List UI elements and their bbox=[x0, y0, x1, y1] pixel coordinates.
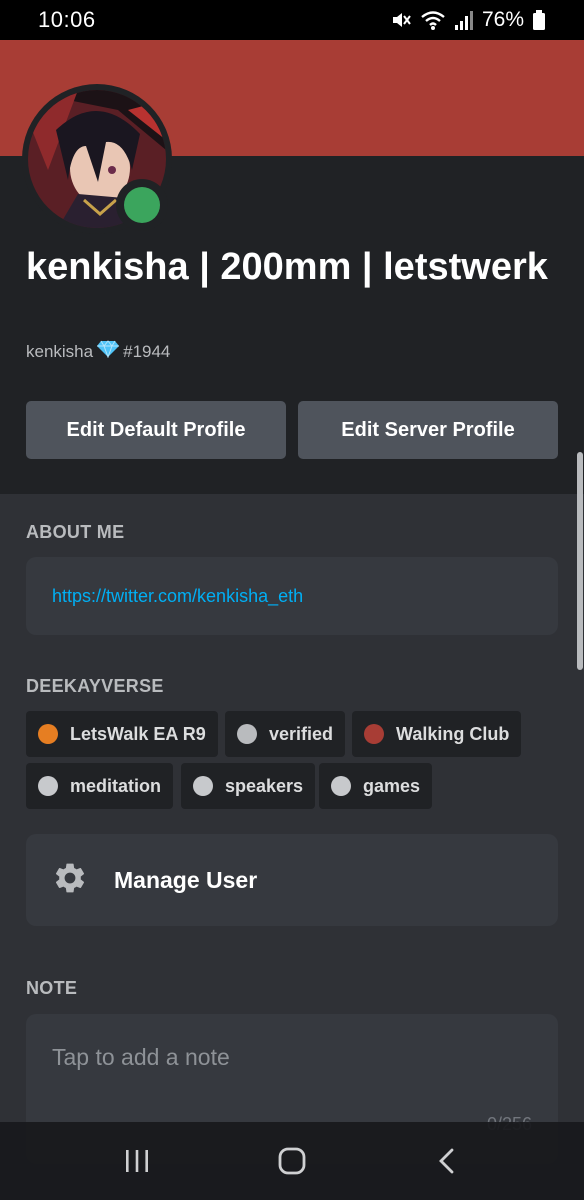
role-color-dot bbox=[38, 724, 58, 744]
role-name: verified bbox=[269, 723, 334, 744]
discriminator: #1944 bbox=[123, 341, 171, 361]
display-name: kenkisha | 200mm | letstwerk bbox=[26, 246, 548, 288]
scrollbar[interactable] bbox=[577, 452, 583, 670]
gear-icon bbox=[52, 860, 88, 901]
manage-user-label: Manage User bbox=[114, 866, 258, 893]
online-status-indicator bbox=[124, 187, 160, 223]
home-icon[interactable] bbox=[262, 1131, 322, 1191]
role-name: meditation bbox=[70, 775, 162, 796]
status-icons: 76% bbox=[390, 8, 546, 32]
role-name: Walking Club bbox=[396, 723, 510, 744]
role-color-dot bbox=[237, 724, 257, 744]
recent-apps-icon[interactable] bbox=[107, 1131, 167, 1191]
note-input[interactable] bbox=[52, 1044, 532, 1071]
signal-icon bbox=[454, 9, 474, 31]
server-heading: DEEKAYVERSE bbox=[26, 676, 164, 696]
mute-icon bbox=[390, 9, 412, 31]
role-chip[interactable]: meditation bbox=[26, 763, 174, 809]
back-icon[interactable] bbox=[417, 1131, 477, 1191]
profile-screen: 10:06 76% kenkisha | 200mm | letstwerk k… bbox=[0, 0, 584, 1200]
about-me-heading: ABOUT ME bbox=[26, 522, 125, 542]
wifi-icon bbox=[420, 9, 446, 31]
role-chip[interactable]: verified bbox=[225, 711, 346, 757]
role-name: LetsWalk EA R9 bbox=[70, 723, 206, 744]
battery-icon bbox=[532, 9, 546, 31]
role-color-dot bbox=[38, 776, 58, 796]
status-bar: 10:06 76% bbox=[0, 0, 584, 40]
edit-default-profile-button[interactable]: Edit Default Profile bbox=[26, 401, 286, 459]
role-color-dot bbox=[364, 724, 384, 744]
role-chip[interactable]: Walking Club bbox=[352, 711, 522, 757]
about-me-card: https://twitter.com/kenkisha_eth bbox=[26, 557, 558, 635]
diamond-icon bbox=[96, 340, 120, 363]
role-name: speakers bbox=[225, 775, 304, 796]
role-chip[interactable]: games bbox=[319, 763, 433, 809]
note-heading: NOTE bbox=[26, 978, 78, 998]
role-name: games bbox=[363, 775, 421, 796]
user-tag: kenkisha #1944 bbox=[26, 340, 170, 363]
edit-server-profile-button[interactable]: Edit Server Profile bbox=[298, 401, 558, 459]
role-chip[interactable]: LetsWalk EA R9 bbox=[26, 711, 218, 757]
manage-user-button[interactable]: Manage User bbox=[26, 834, 558, 926]
username: kenkisha bbox=[26, 341, 94, 361]
role-color-dot bbox=[331, 776, 351, 796]
status-time: 10:06 bbox=[38, 7, 96, 32]
twitter-link[interactable]: https://twitter.com/kenkisha_eth bbox=[52, 586, 303, 607]
battery-percent: 76% bbox=[481, 8, 524, 31]
role-color-dot bbox=[193, 776, 213, 796]
role-chip[interactable]: speakers bbox=[181, 763, 316, 809]
system-nav-bar bbox=[0, 1122, 584, 1200]
